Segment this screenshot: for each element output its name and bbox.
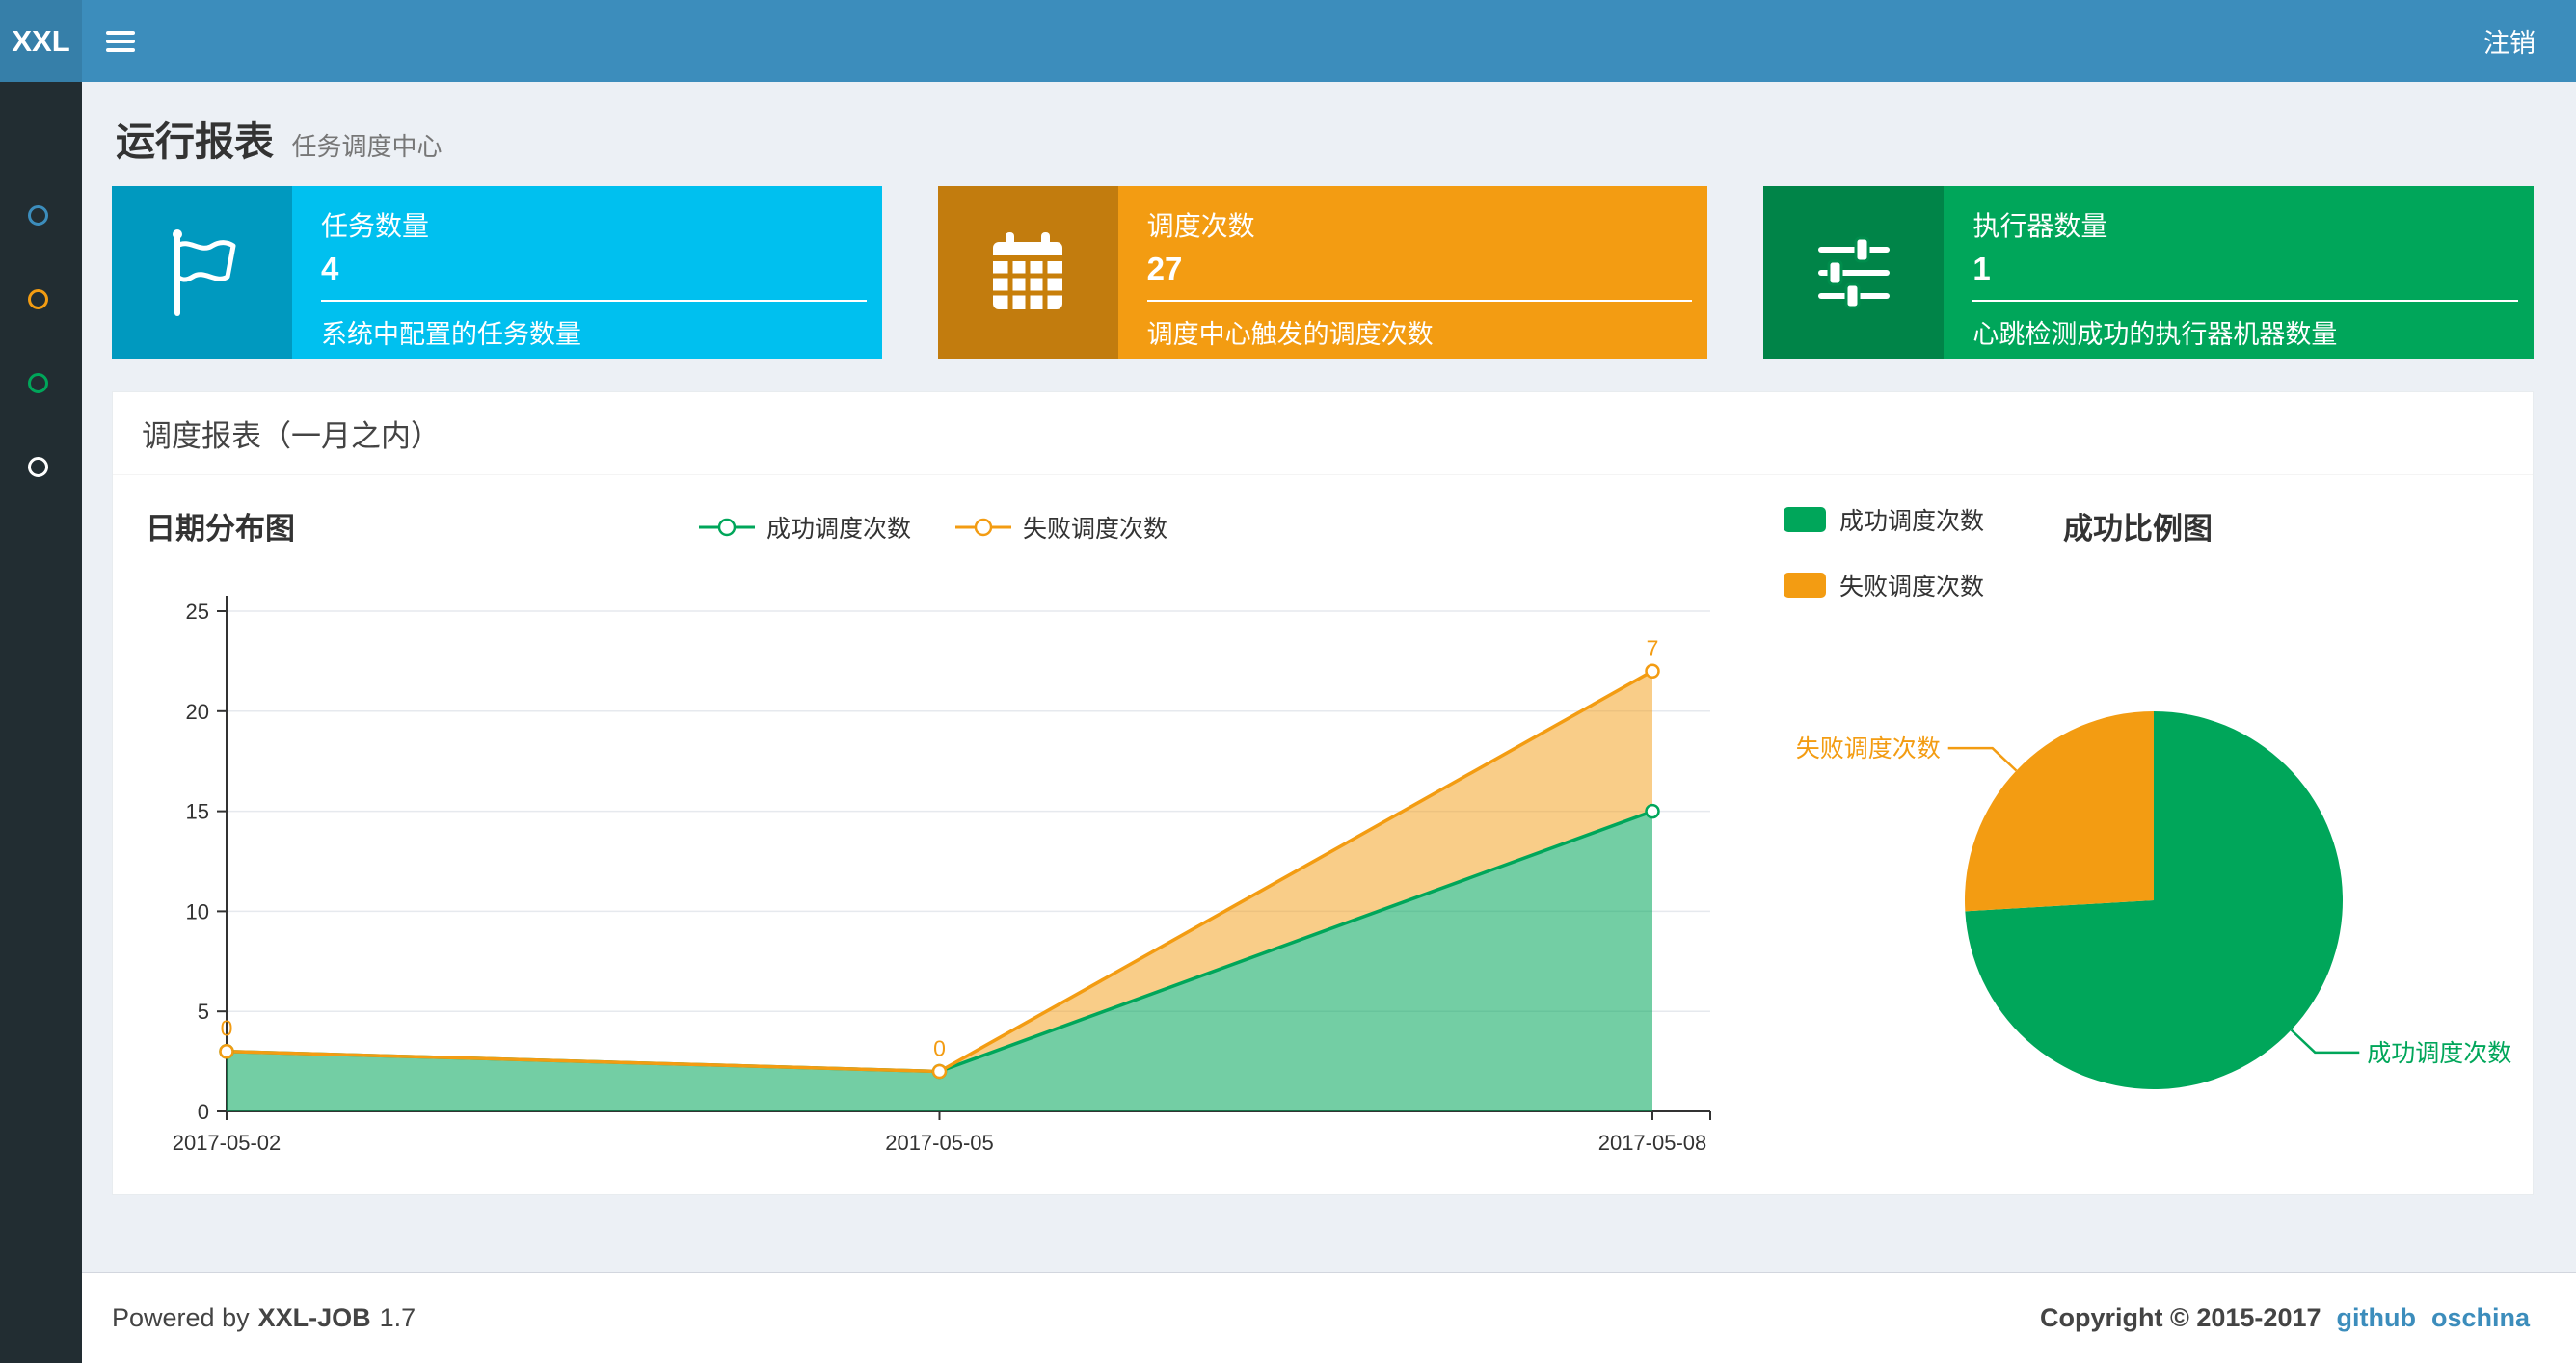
- product-version: 1.7: [379, 1303, 416, 1332]
- svg-text:2017-05-02: 2017-05-02: [173, 1131, 282, 1155]
- oschina-link[interactable]: oschina: [2431, 1303, 2530, 1333]
- info-box-value: 27: [1146, 251, 1183, 286]
- hamburger-icon: [106, 30, 135, 52]
- svg-text:25: 25: [186, 600, 209, 624]
- info-box-title: 执行器数量: [1972, 211, 2108, 241]
- svg-text:5: 5: [198, 1000, 209, 1024]
- content-area: 运行报表 任务调度中心 任务数量 4 系统中配置的任务数量 调度次数 27 调度…: [82, 82, 2576, 1195]
- panel-title: 调度报表（一月之内）: [113, 392, 2533, 475]
- product-name: XXL-JOB: [257, 1303, 371, 1332]
- github-link[interactable]: github: [2337, 1303, 2416, 1333]
- powered-prefix: Powered by: [112, 1303, 250, 1332]
- info-box-jobs: 任务数量 4 系统中配置的任务数量: [112, 186, 882, 359]
- info-box-value: 1: [1972, 251, 1991, 286]
- sliders-icon: [1763, 186, 1945, 359]
- sidebar-item[interactable]: [28, 205, 48, 226]
- svg-text:成功调度次数: 成功调度次数: [2367, 1040, 2511, 1067]
- sidebar-item[interactable]: [28, 289, 48, 309]
- svg-text:7: 7: [1647, 635, 1659, 660]
- svg-text:0: 0: [221, 1016, 233, 1041]
- app-logo[interactable]: XXL: [0, 0, 82, 82]
- logout-link[interactable]: 注销: [2443, 0, 2576, 82]
- info-box-description: 系统中配置的任务数量: [321, 320, 581, 349]
- copyright-area: Copyright © 2015-2017 github oschina: [2040, 1303, 2530, 1333]
- info-box-description: 心跳检测成功的执行器机器数量: [1972, 320, 2338, 349]
- pie-chart: 成功调度次数 失败调度次数: [1796, 711, 2511, 1089]
- info-box-triggers: 调度次数 27 调度中心触发的调度次数: [937, 186, 1708, 359]
- line-chart: 05101520252017-05-02 2017-05-05 2017-05-08…: [173, 596, 1711, 1155]
- svg-text:0: 0: [198, 1100, 209, 1124]
- footer: Powered by XXL-JOB 1.7 Copyright © 2015-…: [82, 1272, 2576, 1363]
- powered-by: Powered by XXL-JOB 1.7: [112, 1303, 416, 1333]
- svg-text:15: 15: [186, 800, 209, 824]
- sidebar-item[interactable]: [28, 373, 48, 393]
- svg-text:2017-05-05: 2017-05-05: [885, 1131, 994, 1155]
- page-title: 运行报表: [116, 120, 274, 164]
- flag-icon: [112, 186, 292, 359]
- svg-text:20: 20: [186, 700, 209, 724]
- top-navbar: XXL 注销: [0, 0, 2576, 82]
- svg-text:2017-05-08: 2017-05-08: [1598, 1131, 1707, 1155]
- report-panel: 调度报表（一月之内） 日期分布图 成功调度次数 失败调度次数 成功比例图 成功调度…: [112, 391, 2534, 1195]
- info-box-row: 任务数量 4 系统中配置的任务数量 调度次数 27 调度中心触发的调度次数 执行…: [112, 186, 2535, 359]
- panel-body: 日期分布图 成功调度次数 失败调度次数 成功比例图 成功调度次数 失败调度次数 05…: [113, 475, 2533, 1194]
- svg-text:10: 10: [186, 899, 209, 923]
- sidebar-toggle-button[interactable]: [82, 0, 159, 82]
- info-box-executors: 执行器数量 1 心跳检测成功的执行器机器数量: [1763, 186, 2535, 359]
- info-box-content: 任务数量 4 系统中配置的任务数量: [292, 186, 882, 359]
- info-box-title: 调度次数: [1146, 211, 1255, 241]
- divider: [1146, 300, 1693, 302]
- sidebar: [0, 82, 82, 1363]
- info-box-content: 执行器数量 1 心跳检测成功的执行器机器数量: [1944, 186, 2534, 359]
- svg-text:0: 0: [933, 1035, 946, 1060]
- page-subtitle: 任务调度中心: [291, 132, 443, 161]
- calendar-icon: [937, 186, 1118, 359]
- divider: [321, 300, 867, 302]
- copyright-text: Copyright © 2015-2017: [2039, 1303, 2321, 1332]
- sidebar-item[interactable]: [28, 457, 48, 477]
- info-box-content: 调度次数 27 调度中心触发的调度次数: [1118, 186, 1708, 359]
- page-header: 运行报表 任务调度中心: [112, 82, 2534, 186]
- info-box-title: 任务数量: [321, 211, 430, 241]
- svg-text:失败调度次数: 失败调度次数: [1796, 735, 1941, 762]
- divider: [1972, 300, 2519, 302]
- info-box-description: 调度中心触发的调度次数: [1146, 320, 1434, 349]
- info-box-value: 4: [321, 251, 339, 286]
